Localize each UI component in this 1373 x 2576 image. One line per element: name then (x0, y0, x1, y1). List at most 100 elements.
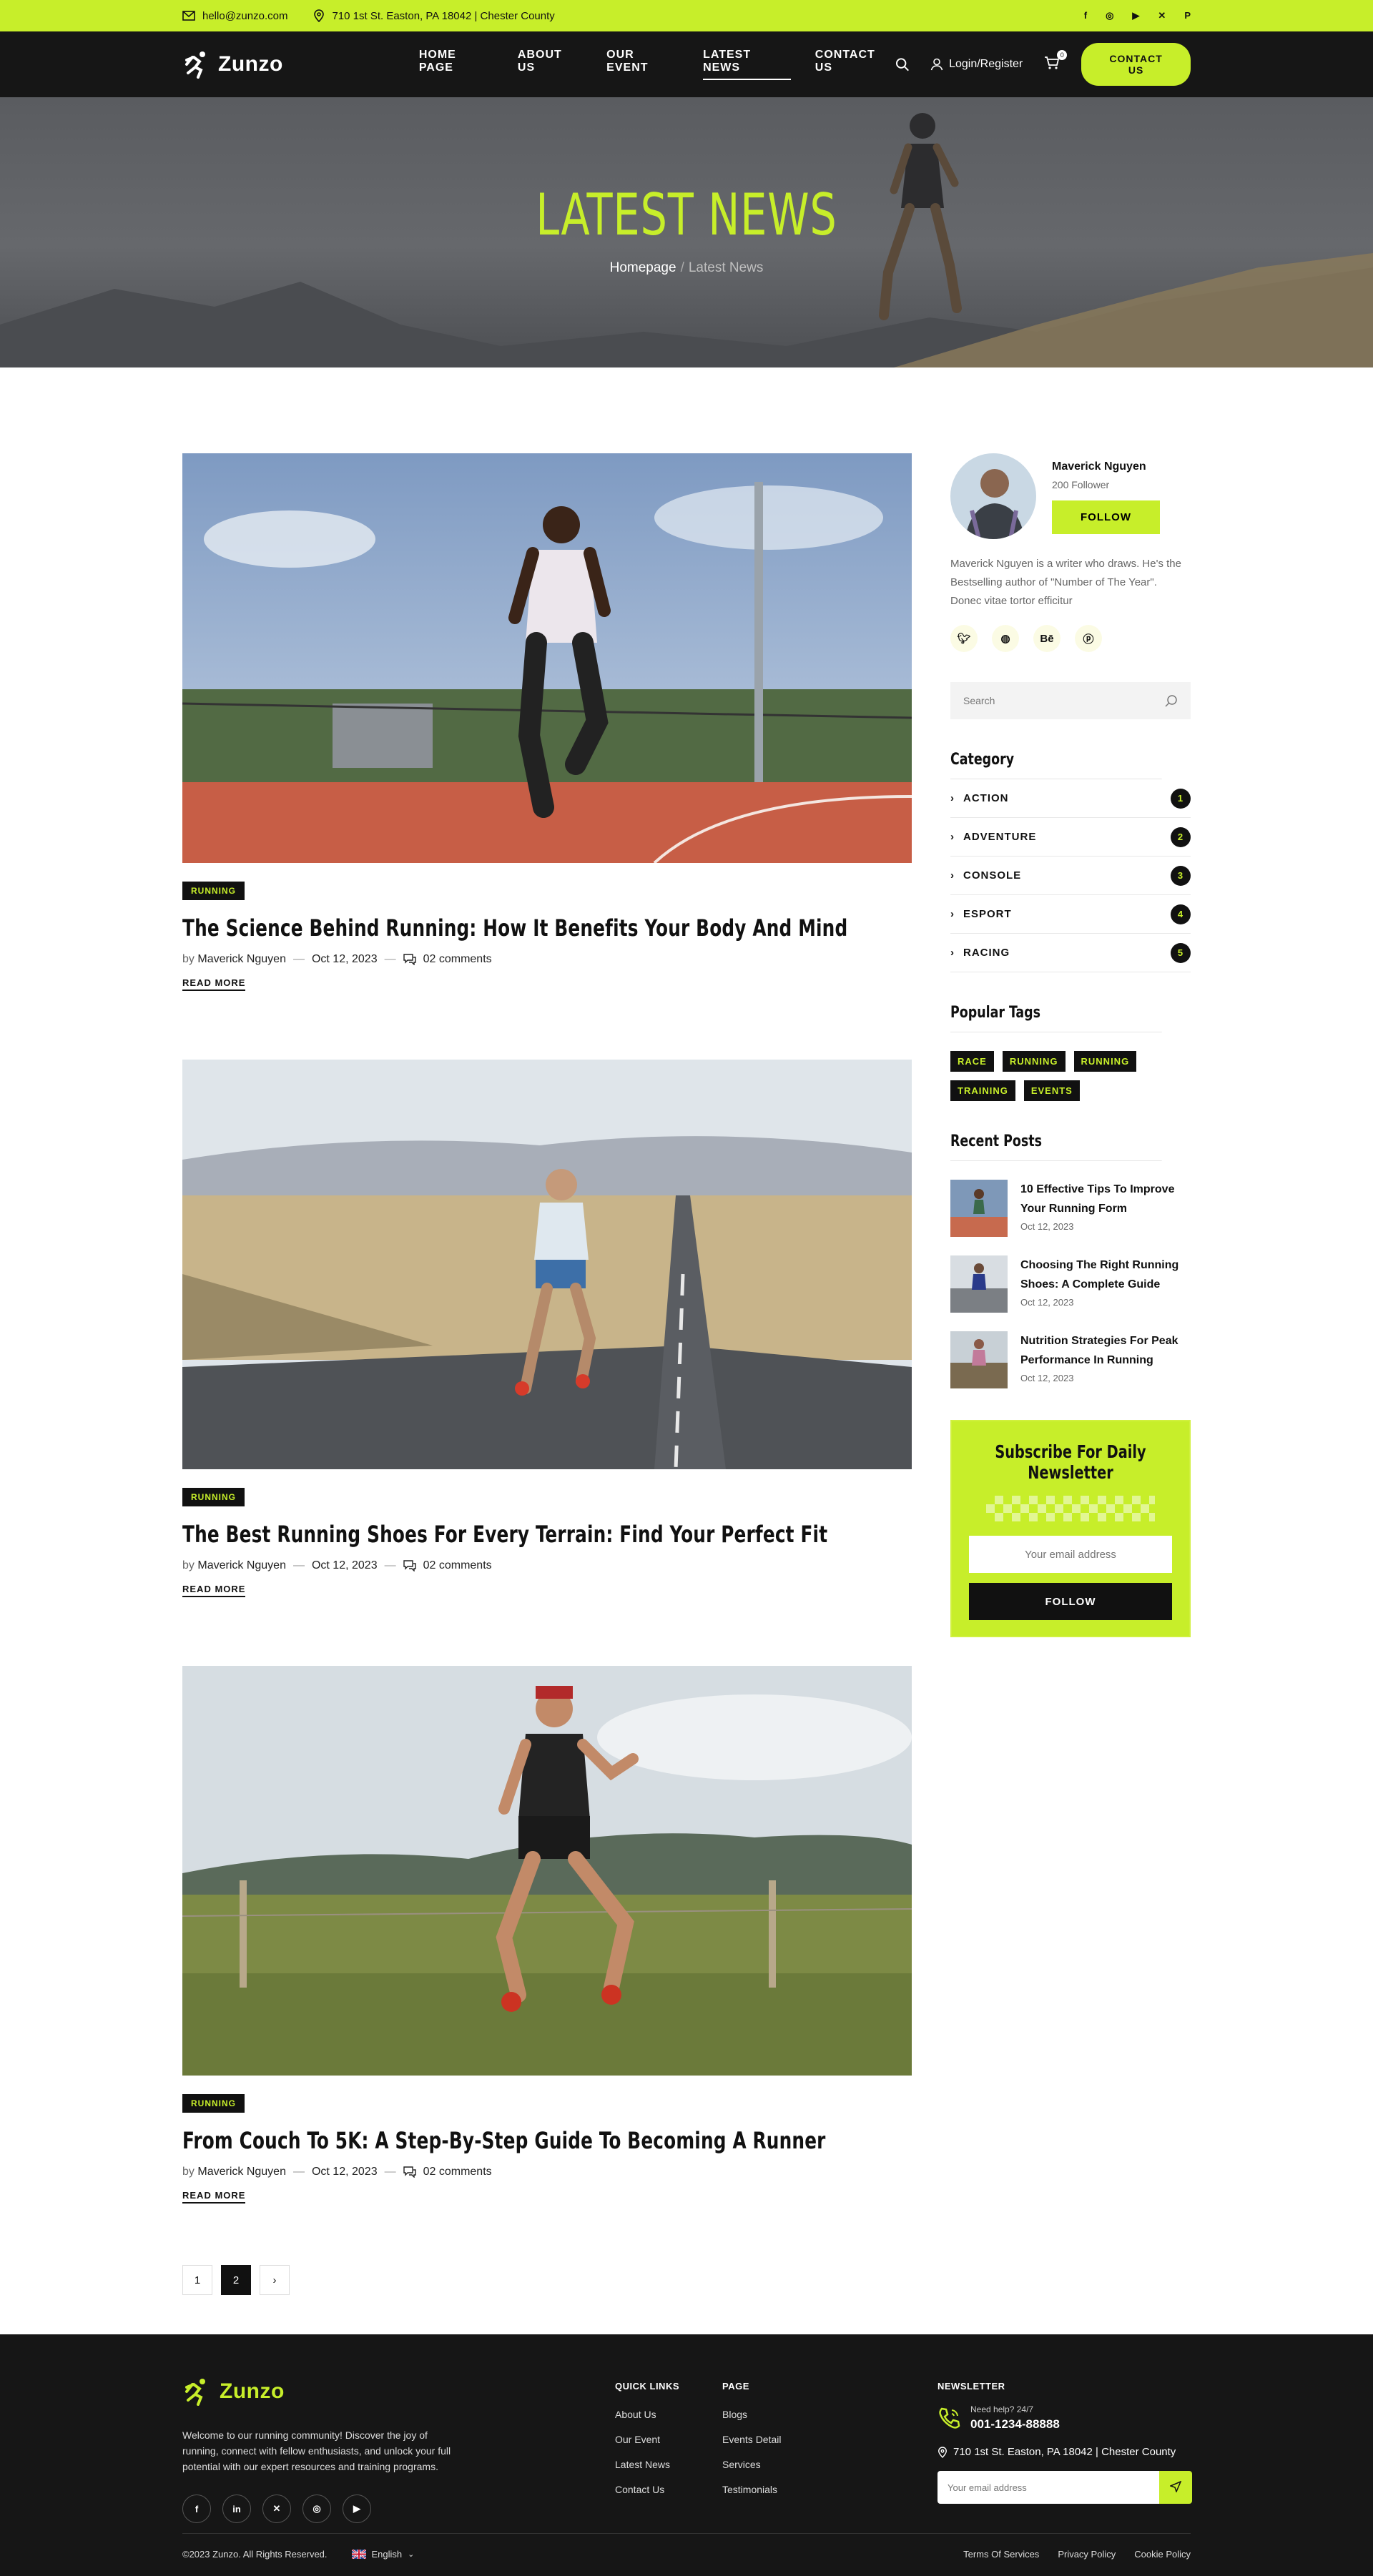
contact-us-button[interactable]: CONTACT US (1081, 43, 1191, 86)
footer-newsletter: NEWSLETTER Need help? 24/7 001-1234-8888… (938, 2381, 1192, 2504)
youtube-icon[interactable]: ▶ (343, 2494, 371, 2523)
category-item[interactable]: › ESPORT 4 (950, 895, 1191, 934)
twitter-icon[interactable]: ✕ (262, 2494, 291, 2523)
footer-legal-link[interactable]: Cookie Policy (1134, 2549, 1191, 2560)
behance-icon[interactable]: Bē (1033, 625, 1060, 652)
footer-legal-link[interactable]: Terms Of Services (963, 2549, 1039, 2560)
post-category-tag[interactable]: RUNNING (182, 2094, 245, 2113)
post-date: Oct 12, 2023 (311, 1559, 378, 1571)
nav-event[interactable]: OUR EVENT (606, 49, 679, 80)
footer-link[interactable]: Testimonials (722, 2484, 781, 2495)
page-1-button[interactable]: 1 (182, 2265, 212, 2295)
footer-link[interactable]: About Us (615, 2409, 679, 2420)
post-title[interactable]: The Science Behind Running: How It Benef… (182, 914, 847, 942)
instagram-icon[interactable]: ◎ (302, 2494, 331, 2523)
author-followers: 200 Follower (1052, 479, 1110, 490)
footer-link[interactable]: Our Event (615, 2434, 679, 2445)
footer-email-input[interactable] (938, 2471, 1159, 2504)
post-image[interactable] (182, 1060, 912, 1469)
tag-item[interactable]: EVENTS (1023, 1080, 1080, 1101)
tag-item[interactable]: RACE (950, 1051, 994, 1072)
footer-link[interactable]: Blogs (722, 2409, 781, 2420)
next-page-button[interactable]: › (260, 2265, 290, 2295)
newsletter-follow-button[interactable]: FOLLOW (969, 1583, 1172, 1620)
category-item[interactable]: › ADVENTURE 2 (950, 818, 1191, 857)
footer-send-button[interactable] (1159, 2471, 1192, 2504)
help-label: Need help? 24/7 (970, 2404, 1034, 2414)
post-date: Oct 12, 2023 (311, 2166, 378, 2178)
meta-separator: — (384, 1559, 396, 1571)
search-icon[interactable] (895, 57, 909, 71)
pinterest-icon[interactable]: ⓟ (1075, 625, 1102, 652)
post-image[interactable] (182, 1666, 912, 2076)
avatar[interactable] (950, 453, 1036, 539)
post-comments[interactable]: 02 comments (423, 1559, 492, 1572)
nav-home[interactable]: HOME PAGE (419, 49, 493, 80)
nav-contact[interactable]: CONTACT US (815, 49, 895, 80)
post-comments[interactable]: 02 comments (423, 953, 492, 966)
dribbble-icon[interactable]: ◍ (992, 625, 1019, 652)
header-actions: Login/Register 0 CONTACT US (895, 43, 1191, 86)
facebook-icon[interactable]: f (182, 2494, 211, 2523)
sidebar: Maverick Nguyen 200 Follower FOLLOW Mave… (950, 453, 1191, 2295)
twitter-icon[interactable]: 🐦︎ (950, 625, 978, 652)
recent-post-item[interactable]: Nutrition Strategies For Peak Performanc… (950, 1331, 1191, 1388)
read-more-link[interactable]: READ MORE (182, 1584, 246, 1597)
cart-button[interactable]: 0 (1044, 49, 1068, 74)
chevron-right-icon: › (950, 792, 955, 804)
footer-logo[interactable]: Zunzo (182, 2377, 285, 2406)
recent-post-thumbnail[interactable] (950, 1180, 1008, 1237)
youtube-icon[interactable]: ▶ (1132, 10, 1139, 21)
instagram-icon[interactable]: ◎ (1106, 10, 1113, 21)
post-category-tag[interactable]: RUNNING (182, 1488, 245, 1506)
login-register-link[interactable]: Login/Register (930, 58, 1023, 71)
post-author[interactable]: Maverick Nguyen (197, 1559, 286, 1571)
nav-about[interactable]: ABOUT US (518, 49, 582, 80)
category-item[interactable]: › RACING 5 (950, 934, 1191, 972)
help-phone[interactable]: 001-1234-88888 (970, 2417, 1060, 2432)
category-item[interactable]: › CONSOLE 3 (950, 857, 1191, 895)
follow-button[interactable]: FOLLOW (1052, 500, 1160, 534)
footer-link[interactable]: Events Detail (722, 2434, 781, 2445)
footer-link[interactable]: Services (722, 2459, 781, 2470)
post-by-label: by (182, 1559, 195, 1571)
site-logo[interactable]: Zunzo (182, 50, 283, 79)
recent-post-date: Oct 12, 2023 (1020, 1221, 1074, 1232)
linkedin-icon[interactable]: in (222, 2494, 251, 2523)
post-comments[interactable]: 02 comments (423, 2166, 492, 2178)
category-item[interactable]: › ACTION 1 (950, 779, 1191, 818)
footer-link[interactable]: Latest News (615, 2459, 679, 2470)
breadcrumb-home[interactable]: Homepage (610, 260, 676, 275)
footer-link[interactable]: Contact Us (615, 2484, 679, 2495)
recent-post-item[interactable]: Choosing The Right Running Shoes: A Comp… (950, 1255, 1191, 1313)
tag-item[interactable]: RUNNING (1073, 1051, 1137, 1072)
recent-post-thumbnail[interactable] (950, 1255, 1008, 1313)
pinterest-icon[interactable]: P (1184, 10, 1191, 21)
page-2-button[interactable]: 2 (221, 2265, 251, 2295)
post-category-tag[interactable]: RUNNING (182, 882, 245, 900)
search-icon[interactable] (1165, 694, 1178, 707)
author-card: Maverick Nguyen 200 Follower FOLLOW (950, 453, 1191, 539)
post-author[interactable]: Maverick Nguyen (197, 2166, 286, 2178)
recent-post-item[interactable]: 10 Effective Tips To Improve Your Runnin… (950, 1180, 1191, 1237)
tag-item[interactable]: TRAINING (950, 1080, 1015, 1101)
tag-item[interactable]: RUNNING (1002, 1051, 1066, 1072)
recent-post-thumbnail[interactable] (950, 1331, 1008, 1388)
post-title[interactable]: The Best Running Shoes For Every Terrain… (182, 1521, 827, 1548)
facebook-icon[interactable]: f (1084, 10, 1087, 21)
search-input[interactable] (963, 695, 1093, 706)
footer-page-links: PAGE Blogs Events Detail Services Testim… (722, 2381, 781, 2509)
topbar-email[interactable]: hello@zunzo.com (182, 10, 287, 22)
topbar-social: f ◎ ▶ ✕ P (1084, 10, 1191, 21)
read-more-link[interactable]: READ MORE (182, 2190, 246, 2204)
twitter-icon[interactable]: ✕ (1158, 10, 1166, 21)
post-title[interactable]: From Couch To 5K: A Step-By-Step Guide T… (182, 2127, 825, 2154)
nav-latest-news[interactable]: LATEST NEWS (703, 49, 791, 80)
read-more-link[interactable]: READ MORE (182, 977, 246, 991)
post-image[interactable] (182, 453, 912, 863)
language-selector[interactable]: English ⌄ (351, 2549, 414, 2560)
footer-legal-link[interactable]: Privacy Policy (1058, 2549, 1116, 2560)
author-name[interactable]: Maverick Nguyen (1052, 460, 1160, 473)
newsletter-email-input[interactable] (969, 1536, 1172, 1573)
post-author[interactable]: Maverick Nguyen (197, 953, 286, 965)
